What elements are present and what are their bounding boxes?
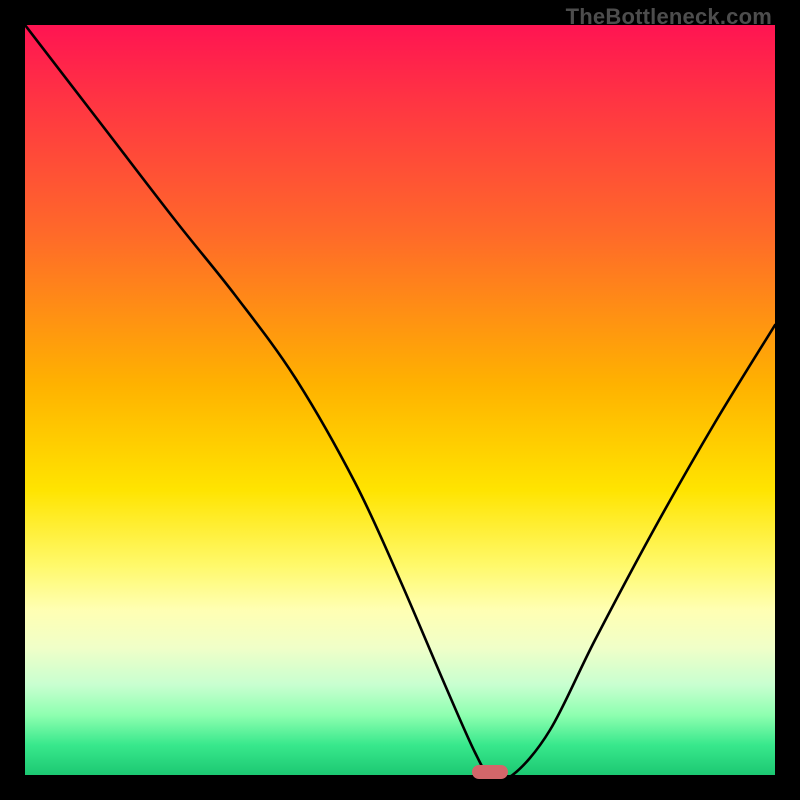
chart-container: TheBottleneck.com — [0, 0, 800, 800]
plot-area — [25, 25, 775, 775]
bottleneck-curve-path — [25, 25, 775, 775]
curve-svg — [25, 25, 775, 775]
optimal-marker — [472, 765, 508, 779]
